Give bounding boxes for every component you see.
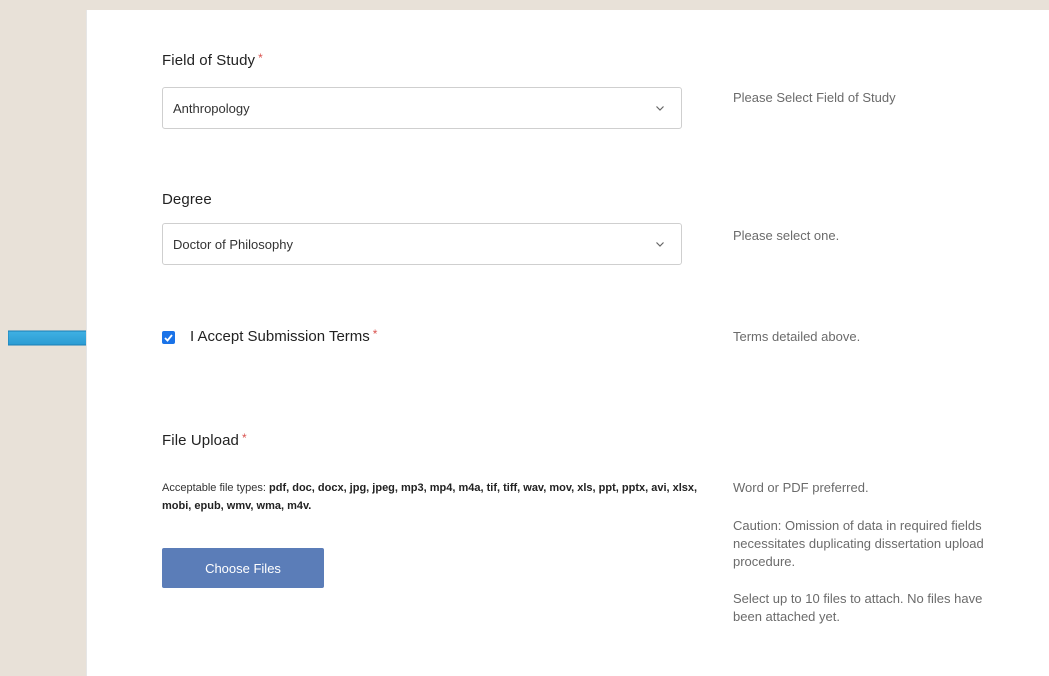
file-upload-help-preferred: Word or PDF preferred. <box>733 480 869 495</box>
page: Field of Study * Anthropology Please Sele… <box>0 0 1049 676</box>
field-of-study-select[interactable]: Anthropology <box>162 87 682 129</box>
degree-value: Doctor of Philosophy <box>173 236 293 252</box>
checkmark-icon <box>164 333 173 342</box>
file-types-prefix: Acceptable file types: <box>162 482 266 494</box>
chevron-down-icon <box>655 239 665 249</box>
terms-checkbox[interactable] <box>162 331 175 344</box>
choose-files-button[interactable]: Choose Files <box>162 548 324 588</box>
field-of-study-help: Please Select Field of Study <box>733 90 896 105</box>
required-asterisk: * <box>372 327 378 341</box>
required-asterisk: * <box>258 51 263 65</box>
field-of-study-label: Field of Study * <box>162 51 263 69</box>
file-upload-help-attach: Select up to 10 files to attach. No file… <box>733 591 983 624</box>
terms-help: Terms detailed above. <box>733 329 861 344</box>
required-asterisk: * <box>241 431 247 445</box>
degree-label: Degree <box>162 191 212 208</box>
acceptable-file-types: Acceptable file types: pdf, doc, docx, j… <box>162 479 702 515</box>
file-upload-label: File Upload * <box>162 431 247 449</box>
degree-select[interactable]: Doctor of Philosophy <box>162 223 682 265</box>
degree-help: Please select one. <box>733 228 840 243</box>
chevron-down-icon <box>655 103 665 113</box>
terms-label[interactable]: I Accept Submission Terms * <box>190 327 378 345</box>
field-of-study-value: Anthropology <box>173 100 250 116</box>
file-upload-help-caution: Caution: Omission of data in required fi… <box>733 518 984 569</box>
